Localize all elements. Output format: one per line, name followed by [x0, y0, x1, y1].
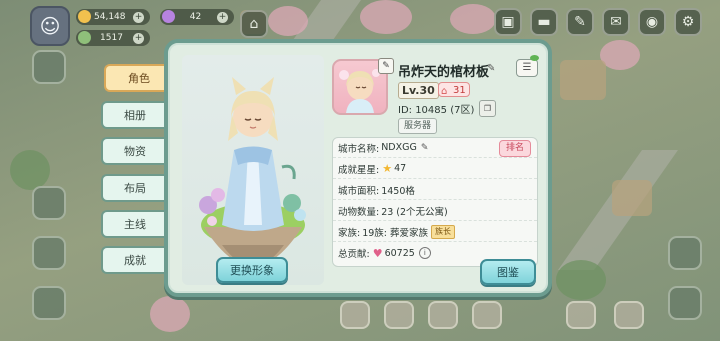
collection-button[interactable]: 图鉴 — [480, 259, 536, 285]
car-icon[interactable]: ▬ — [530, 8, 558, 36]
character-illustration — [199, 77, 306, 266]
toolbar-button-5[interactable] — [566, 301, 596, 329]
side-menu-button-right-2[interactable] — [668, 286, 702, 320]
family-role-badge: 族长 — [431, 224, 456, 239]
info-icon[interactable]: i — [418, 247, 431, 259]
tab-main-quest[interactable]: 主线 — [101, 210, 167, 238]
notification-dot — [530, 55, 539, 61]
badge-counter: ⌂ 31 — [438, 82, 470, 97]
add-energy-icon[interactable]: + — [133, 32, 144, 44]
area-row: 城市面积: 1450格 — [333, 180, 537, 200]
toolbar-button-2[interactable] — [384, 301, 414, 329]
camera-icon[interactable]: ◉ — [638, 8, 666, 36]
shop-icon[interactable]: ⌂ — [240, 10, 268, 38]
change-look-button[interactable]: 更换形象 — [216, 257, 288, 283]
add-coins-icon[interactable]: + — [133, 11, 144, 23]
player-avatar-icon[interactable]: ☺ — [30, 6, 70, 46]
stats-panel: 城市名称: NDXGG ✎ 排名 成就星星: ★ 47 城市面积: 1450格 … — [332, 137, 538, 267]
settings-gear-icon[interactable]: ⚙ — [674, 8, 702, 36]
tab-achievements[interactable]: 成就 — [101, 246, 167, 274]
gem-icon — [162, 10, 175, 23]
toolbar-button-6[interactable] — [614, 301, 644, 329]
player-id: ID: 10485 (7区) — [398, 105, 475, 116]
side-menu-button-1[interactable] — [32, 50, 66, 84]
build-tool-icon[interactable]: ✎ — [566, 8, 594, 36]
stars-row: 成就星星: ★ 47 — [333, 159, 537, 179]
tab-character[interactable]: 角色 — [104, 64, 172, 92]
profile-panel: 更换形象 ✎ 吊炸天的棺材板 ✎ ☰ Lv.30 ⌂ 31 ID: 10485 … — [164, 39, 552, 297]
tv-icon[interactable]: ▣ — [494, 8, 522, 36]
coin-icon — [78, 10, 91, 23]
animals-row: 动物数量: 23 (2个无公寓) — [333, 201, 537, 221]
gem-counter[interactable]: 42 + — [160, 9, 234, 25]
tab-supplies[interactable]: 物资 — [101, 137, 167, 165]
toolbar-button-3[interactable] — [428, 301, 458, 329]
city-name-row: 城市名称: NDXGG ✎ 排名 — [333, 138, 537, 158]
rank-button[interactable]: 排名 — [498, 140, 531, 157]
edit-name-icon[interactable]: ✎ — [487, 63, 495, 74]
mail-icon[interactable]: ✉ — [602, 8, 630, 36]
toolbar-button-1[interactable] — [340, 301, 370, 329]
family-row: 家族: 19族: 葬爱家族 族长 — [333, 222, 537, 242]
coin-counter[interactable]: 54,148 + — [76, 9, 150, 25]
star-icon: ★ — [382, 162, 393, 175]
character-display: 更换形象 — [182, 55, 324, 285]
side-menu-button-right-1[interactable] — [668, 236, 702, 270]
profile-card-icon[interactable]: ☰ — [516, 59, 538, 77]
edit-city-name-icon[interactable]: ✎ — [421, 143, 429, 153]
player-name: 吊炸天的棺材板 — [398, 65, 490, 80]
toolbar-button-4[interactable] — [472, 301, 502, 329]
add-gems-icon[interactable]: + — [216, 11, 228, 23]
energy-icon — [78, 31, 91, 44]
heart-icon: ♥ — [372, 246, 383, 260]
player-level: Lv.30 — [398, 82, 439, 99]
profile-info: ✎ 吊炸天的棺材板 ✎ ☰ Lv.30 ⌂ 31 ID: 10485 (7区) … — [330, 55, 539, 285]
copy-id-icon[interactable]: ❐ — [479, 100, 496, 117]
side-menu-button-2[interactable] — [32, 186, 66, 220]
tab-album[interactable]: 相册 — [101, 101, 167, 129]
energy-counter[interactable]: 1517 + — [76, 30, 150, 46]
edit-portrait-icon[interactable]: ✎ — [378, 58, 394, 74]
tab-layout[interactable]: 布局 — [101, 174, 167, 202]
side-menu-button-4[interactable] — [32, 286, 66, 320]
house-badge-icon: ⌂ — [441, 86, 448, 97]
server-button[interactable]: 服务器 — [398, 118, 438, 134]
side-menu-button-3[interactable] — [32, 236, 66, 270]
